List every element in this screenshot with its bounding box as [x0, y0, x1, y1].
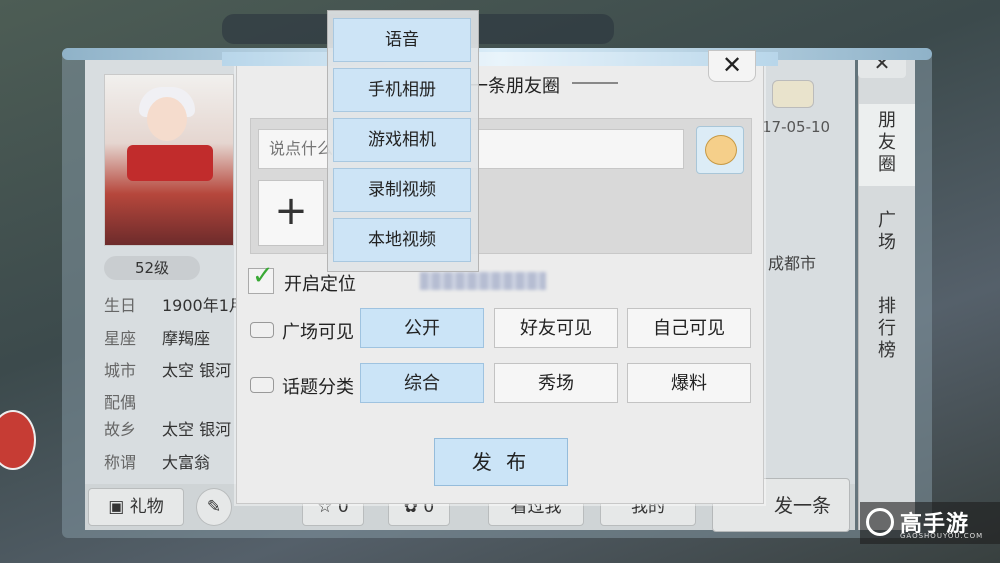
eye-icon — [250, 322, 274, 338]
location-checkbox[interactable]: ✓ — [248, 261, 274, 294]
post-city: 成都市 — [768, 254, 817, 273]
watermark-logo-icon — [866, 508, 894, 536]
profile-row-value: 摩羯座 — [162, 329, 211, 348]
emoji-button[interactable] — [696, 126, 744, 174]
add-media-button[interactable]: + — [258, 180, 324, 246]
profile-row-value: 大富翁 — [162, 453, 211, 472]
menu-item-phone-album[interactable]: 手机相册 — [333, 68, 471, 112]
gift-label: 礼物 — [129, 497, 164, 517]
profile-row-birthday: 生日 1900年1月 — [104, 292, 245, 316]
topic-option-gossip[interactable]: 爆料 — [627, 363, 751, 403]
tab-square[interactable]: 广 场 — [859, 210, 915, 254]
visibility-option-public[interactable]: 公开 — [360, 308, 484, 348]
visibility-option-friends[interactable]: 好友可见 — [494, 308, 618, 348]
topic-option-show[interactable]: 秀场 — [494, 363, 618, 403]
profile-row-value: 1900年1月 — [162, 296, 245, 315]
location-label: 开启定位 — [284, 274, 356, 295]
post-date: 17-05-10 — [762, 118, 831, 136]
pencil-icon: ✎ — [206, 497, 222, 517]
emoji-face-icon — [705, 135, 737, 165]
profile-row-label: 生日 — [104, 296, 137, 315]
gift-button[interactable]: ▣ 礼物 — [88, 488, 184, 526]
voice-mic-icon — [772, 80, 814, 108]
menu-item-local-video[interactable]: 本地视频 — [333, 218, 471, 262]
profile-row-label: 配偶 — [104, 393, 137, 412]
portrait-scarf — [127, 145, 213, 181]
right-tab-bar: 朋 友 圈 广 场 排 行 榜 — [858, 60, 915, 530]
guild-emblem-icon[interactable] — [0, 410, 36, 470]
tab-ranking[interactable]: 排 行 榜 — [859, 296, 915, 362]
character-portrait — [104, 74, 234, 246]
profile-row-value: 太空 银河 — [162, 420, 232, 439]
watermark-domain: GAOSHOUYOU.COM — [900, 532, 984, 540]
dialog-close-button[interactable]: ✕ — [708, 50, 756, 82]
profile-row-label: 称谓 — [104, 453, 137, 472]
menu-item-record-video[interactable]: 录制视频 — [333, 168, 471, 212]
list-icon — [250, 377, 274, 393]
profile-row-label: 城市 — [104, 361, 137, 380]
menu-item-voice[interactable]: 语音 — [333, 18, 471, 62]
dialog-title: 一条朋友圈 — [470, 76, 560, 97]
edit-button[interactable]: ✎ — [196, 488, 232, 526]
publish-button[interactable]: 发 布 — [434, 438, 568, 486]
visibility-option-self[interactable]: 自己可见 — [627, 308, 751, 348]
gift-icon: ▣ — [108, 497, 130, 517]
profile-row-label: 故乡 — [104, 420, 137, 439]
profile-row-value: 太空 银河 — [162, 361, 232, 380]
profile-row-city: 城市 太空 银河 — [104, 357, 231, 381]
topic-label: 话题分类 — [282, 377, 354, 398]
profile-row-spouse: 配偶 — [104, 389, 162, 413]
profile-row-title: 称谓 大富翁 — [104, 449, 210, 473]
checkmark-icon: ✓ — [252, 261, 274, 291]
profile-row-label: 星座 — [104, 329, 137, 348]
visibility-label: 广场可见 — [282, 322, 354, 343]
tab-moments[interactable]: 朋 友 圈 — [859, 104, 915, 186]
title-ornament-icon — [572, 82, 618, 84]
dialog-header-band — [222, 52, 778, 66]
portrait-face — [147, 97, 187, 141]
topic-option-general[interactable]: 综合 — [360, 363, 484, 403]
location-value-blurred — [420, 272, 546, 290]
menu-item-game-camera[interactable]: 游戏相机 — [333, 118, 471, 162]
profile-row-hometown: 故乡 太空 银河 — [104, 416, 231, 440]
profile-row-zodiac: 星座 摩羯座 — [104, 325, 210, 349]
level-badge: 52级 — [104, 256, 200, 280]
